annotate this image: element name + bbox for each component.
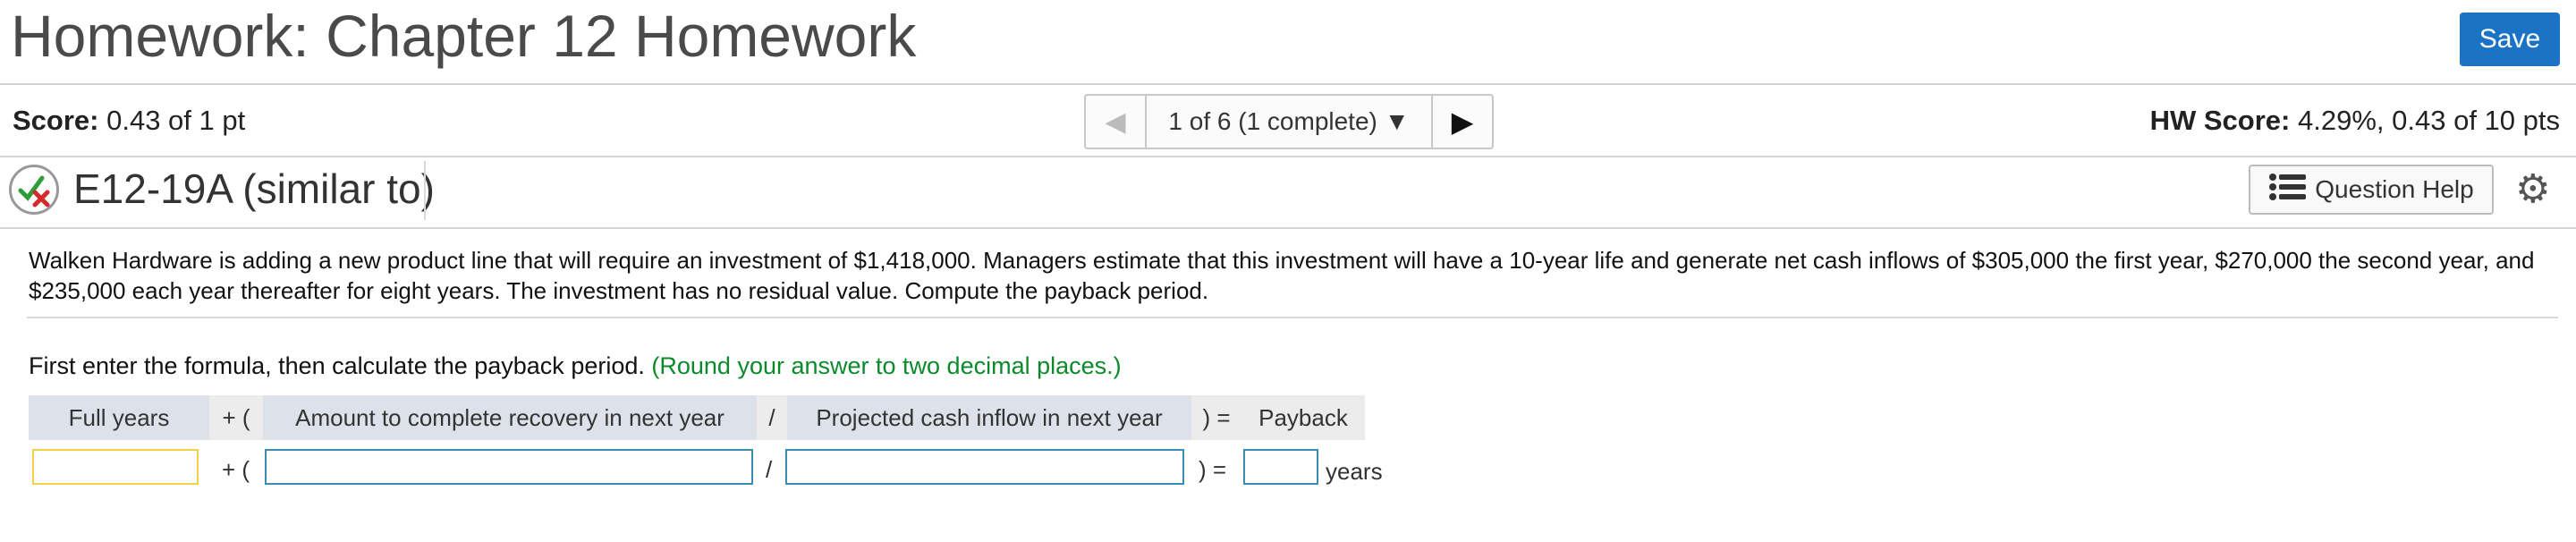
- close-equals-operator: ) =: [1199, 456, 1227, 483]
- payback-input[interactable]: [1243, 449, 1318, 485]
- header-amount-to-complete-recovery: Amount to complete recovery in next year: [263, 395, 757, 440]
- question-selector[interactable]: 1 of 6 (1 complete) ▼: [1147, 96, 1433, 148]
- partial-credit-icon: [9, 165, 59, 215]
- page-title: Homework: Chapter 12 Homework: [11, 3, 917, 69]
- plus-open-operator: + (: [222, 456, 250, 483]
- header-divide: /: [757, 395, 787, 440]
- divider: [27, 317, 2558, 318]
- question-navigator: ◀ 1 of 6 (1 complete) ▼ ▶: [1084, 94, 1494, 149]
- payback-units: years: [1326, 458, 1383, 485]
- instruction-hint: (Round your answer to two decimal places…: [651, 352, 1122, 379]
- question-help-button[interactable]: Question Help: [2249, 165, 2494, 215]
- save-button[interactable]: Save: [2460, 13, 2560, 66]
- divide-operator: /: [766, 456, 773, 483]
- score-bar: Score: 0.43 of 1 pt ◀ 1 of 6 (1 complete…: [0, 85, 2576, 157]
- full-years-input[interactable]: [32, 449, 199, 485]
- triangle-down-icon: ▼: [1384, 107, 1410, 135]
- divider: [0, 227, 2576, 229]
- header-full-years: Full years: [29, 395, 209, 440]
- amount-to-complete-recovery-input[interactable]: [265, 449, 753, 485]
- score-label: Score:: [13, 105, 99, 136]
- hw-score-label: HW Score:: [2149, 105, 2291, 136]
- list-icon: [2268, 173, 2308, 207]
- problem-statement: Walken Hardware is adding a new product …: [29, 247, 2535, 304]
- triangle-left-icon: ◀: [1105, 106, 1126, 137]
- gear-icon[interactable]: ⚙: [2515, 170, 2550, 209]
- question-bar: E12-19A (similar to) Question Help ⚙: [0, 157, 2576, 227]
- divider: [424, 161, 426, 220]
- instruction: First enter the formula, then calculate …: [29, 352, 1122, 380]
- score-value: 0.43 of 1 pt: [106, 105, 246, 136]
- question-help-label: Question Help: [2315, 175, 2474, 203]
- question-position: 1 of 6 (1 complete): [1168, 107, 1377, 135]
- question-id: E12-19A (similar to): [73, 165, 435, 212]
- score: Score: 0.43 of 1 pt: [13, 105, 245, 137]
- previous-question-button[interactable]: ◀: [1086, 96, 1147, 148]
- instruction-text: First enter the formula, then calculate …: [29, 352, 645, 379]
- page-header: Homework: Chapter 12 Homework Save: [0, 0, 2576, 83]
- header-payback: Payback: [1241, 395, 1365, 440]
- projected-cash-inflow-input[interactable]: [785, 449, 1184, 485]
- hw-score: HW Score: 4.29%, 0.43 of 10 pts: [2150, 105, 2560, 137]
- next-question-button[interactable]: ▶: [1433, 96, 1492, 148]
- triangle-right-icon: ▶: [1451, 106, 1474, 138]
- header-plus-open: + (: [209, 395, 263, 440]
- hw-score-value: 4.29%, 0.43 of 10 pts: [2298, 105, 2560, 136]
- header-projected-cash-inflow: Projected cash inflow in next year: [787, 395, 1191, 440]
- header-close-equals: ) =: [1191, 395, 1241, 440]
